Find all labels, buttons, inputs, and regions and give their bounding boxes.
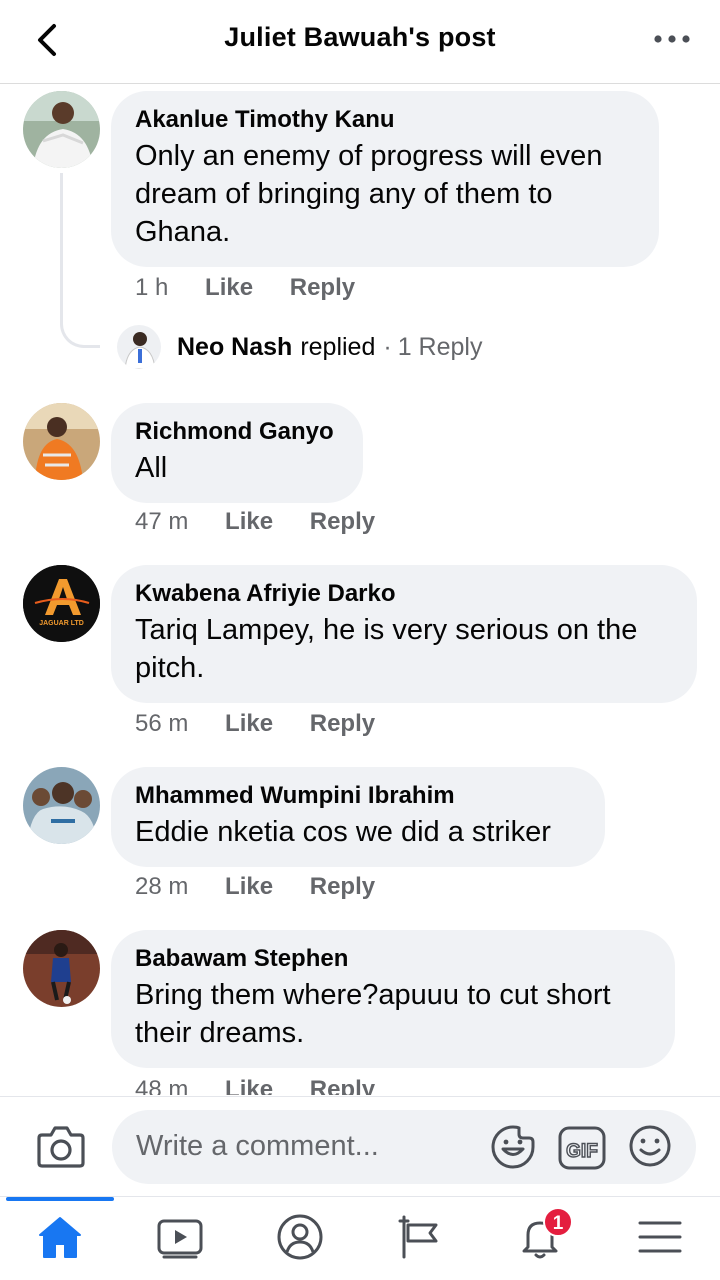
- pages-flag-icon: [398, 1215, 438, 1259]
- comment-bubble[interactable]: Babawam Stephen Bring them where?apuuu t…: [111, 930, 675, 1068]
- comment-time: 28 m: [135, 873, 189, 900]
- reply-button[interactable]: Reply: [290, 274, 355, 302]
- avatar[interactable]: [23, 91, 100, 168]
- comment-bubble[interactable]: Kwabena Afriyie Darko Tariq Lampey, he i…: [111, 565, 697, 703]
- profile-icon: [277, 1214, 323, 1260]
- sticker-icon[interactable]: [490, 1124, 536, 1170]
- comment-author[interactable]: Richmond Ganyo: [135, 417, 339, 447]
- emoji-icon[interactable]: [628, 1124, 672, 1168]
- comment-time: 48 m: [135, 1076, 189, 1095]
- avatar[interactable]: [23, 403, 100, 480]
- comment-bubble[interactable]: Akanlue Timothy Kanu Only an enemy of pr…: [111, 91, 659, 267]
- reply-author[interactable]: Neo Nash: [177, 333, 292, 362]
- reply-button[interactable]: Reply: [310, 1076, 375, 1095]
- avatar[interactable]: [23, 767, 100, 844]
- watch-icon: [157, 1219, 203, 1259]
- comment-author[interactable]: Mhammed Wumpini Ibrahim: [135, 781, 581, 811]
- comment-composer: Write a comment... GIF: [0, 1096, 720, 1196]
- page-title: Juliet Bawuah's post: [224, 22, 496, 52]
- tab-home[interactable]: [0, 1197, 120, 1280]
- tab-watch[interactable]: [120, 1197, 240, 1280]
- gif-label: GIF: [566, 1141, 598, 1162]
- tab-pages[interactable]: [360, 1197, 480, 1280]
- separator-dot: ·: [383, 332, 392, 361]
- notification-badge: 1: [543, 1207, 573, 1237]
- comment-meta: 48 m Like Reply: [135, 1076, 375, 1095]
- comment-input[interactable]: Write a comment... GIF: [112, 1110, 696, 1184]
- comment-time: 1 h: [135, 274, 169, 301]
- camera-icon[interactable]: [36, 1123, 86, 1169]
- comment-text: All: [135, 452, 168, 484]
- comment-time: 56 m: [135, 710, 189, 737]
- menu-icon: [638, 1221, 682, 1253]
- avatar[interactable]: [23, 930, 100, 1007]
- bottom-tab-bar: 1: [0, 1196, 720, 1280]
- comment-author[interactable]: Babawam Stephen: [135, 944, 651, 974]
- home-icon: [39, 1217, 81, 1258]
- top-bar: Juliet Bawuah's post: [0, 0, 720, 84]
- comment-meta: 56 m Like Reply: [135, 710, 375, 738]
- like-button[interactable]: Like: [225, 710, 273, 738]
- comment-bubble[interactable]: Richmond Ganyo All: [111, 403, 363, 503]
- avatar[interactable]: JAGUAR LTD: [23, 565, 100, 642]
- comment-bubble[interactable]: Mhammed Wumpini Ibrahim Eddie nketia cos…: [111, 767, 605, 867]
- comment-author[interactable]: Akanlue Timothy Kanu: [135, 105, 635, 135]
- avatar: [117, 325, 161, 369]
- like-button[interactable]: Like: [205, 274, 253, 302]
- more-dots-icon[interactable]: [652, 26, 692, 52]
- thread-connector: [60, 173, 100, 348]
- comment-placeholder: Write a comment...: [136, 1130, 379, 1162]
- comments-feed[interactable]: Akanlue Timothy Kanu Only an enemy of pr…: [0, 85, 720, 1095]
- comment-text: Bring them where?apuuu to cut short thei…: [135, 979, 611, 1049]
- reply-button[interactable]: Reply: [310, 710, 375, 738]
- comment-meta: 47 m Like Reply: [135, 508, 375, 536]
- comment-text: Eddie nketia cos we did a striker: [135, 816, 551, 848]
- tab-profile[interactable]: [240, 1197, 360, 1280]
- reply-status: replied: [300, 332, 376, 361]
- reply-count[interactable]: 1 Reply: [398, 333, 483, 362]
- comment-time: 47 m: [135, 508, 189, 535]
- reply-button[interactable]: Reply: [310, 508, 375, 536]
- reply-button[interactable]: Reply: [310, 873, 375, 901]
- view-replies-row[interactable]: Neo Nash replied · 1 Reply: [117, 325, 482, 369]
- comment-author[interactable]: Kwabena Afriyie Darko: [135, 579, 673, 609]
- comment-meta: 28 m Like Reply: [135, 873, 375, 901]
- comment-text: Only an enemy of progress will even drea…: [135, 140, 603, 248]
- gif-icon[interactable]: GIF: [558, 1126, 606, 1170]
- comment-text: Tariq Lampey, he is very serious on the …: [135, 614, 638, 684]
- tab-notifications[interactable]: 1: [480, 1197, 600, 1280]
- tab-menu[interactable]: [600, 1197, 720, 1280]
- avatar-logo-text: JAGUAR LTD: [39, 620, 84, 627]
- like-button[interactable]: Like: [225, 508, 273, 536]
- comment-meta: 1 h Like Reply: [135, 274, 355, 302]
- like-button[interactable]: Like: [225, 873, 273, 901]
- like-button[interactable]: Like: [225, 1076, 273, 1095]
